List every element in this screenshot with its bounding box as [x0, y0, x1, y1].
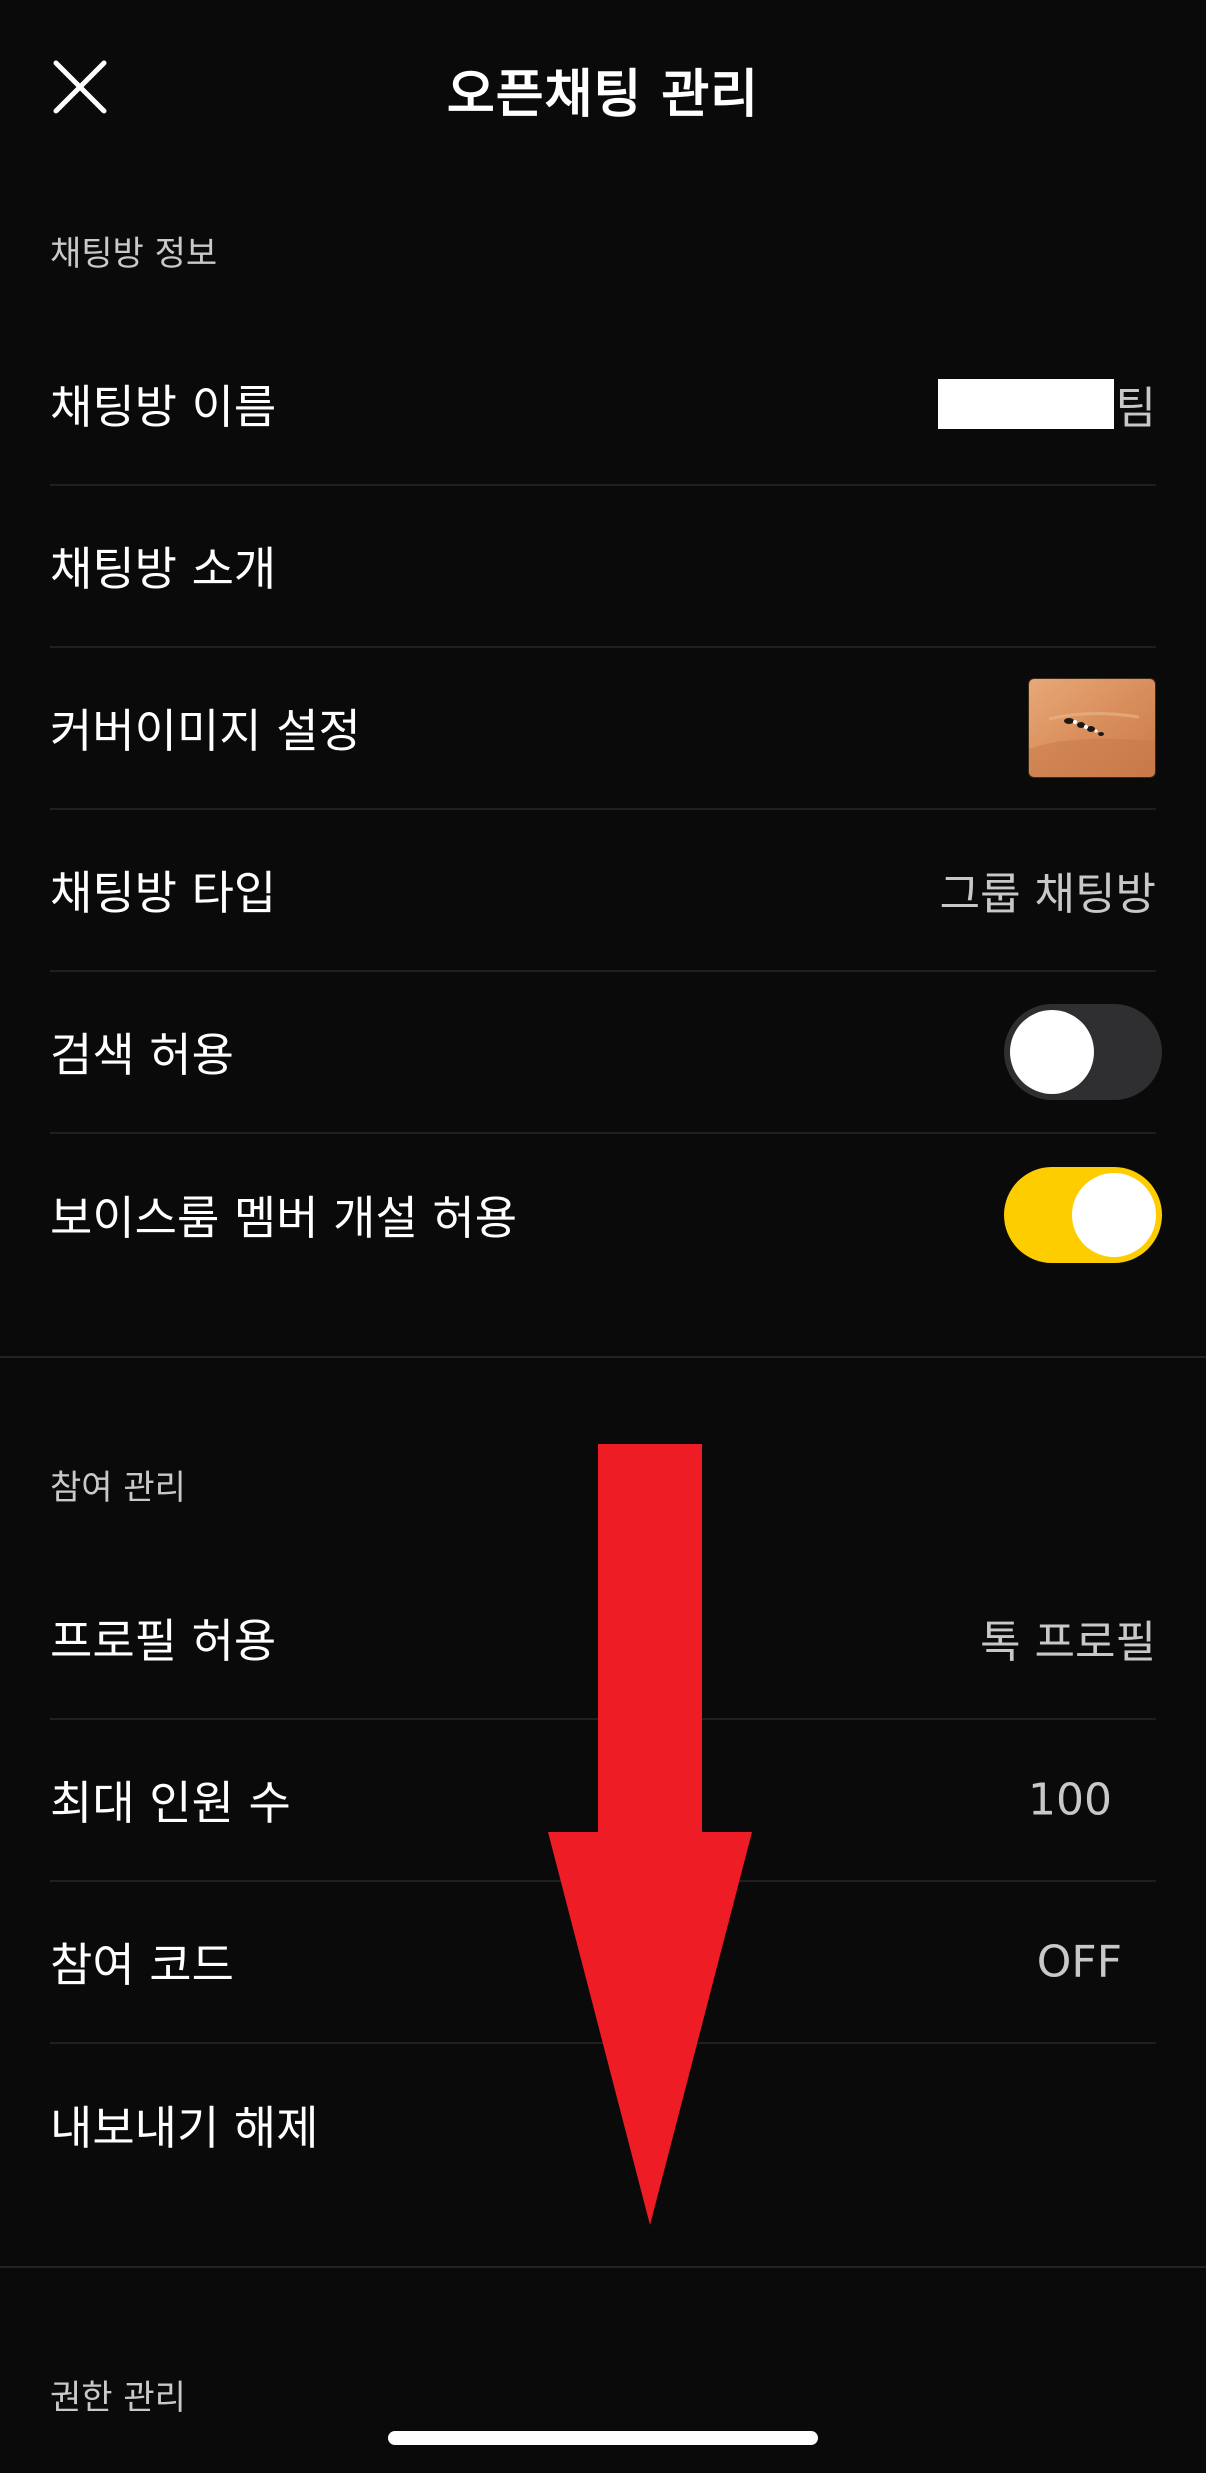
join-code-row[interactable]: 참여 코드 OFF: [50, 1882, 1156, 2044]
room-name-row[interactable]: 채팅방 이름 팀: [50, 324, 1156, 486]
export-release-row[interactable]: 내보내기 해제: [50, 2044, 1156, 2206]
section-title-room-info: 채팅방 정보: [50, 234, 218, 274]
room-type-row[interactable]: 채팅방 타입 그룹 채팅방: [50, 810, 1156, 972]
search-allow-row: 검색 허용: [50, 972, 1162, 1134]
room-name-value: 팀: [937, 372, 1156, 436]
header-bar: 오픈채팅 관리: [0, 0, 1206, 170]
redacted-block: [937, 379, 1114, 429]
room-name-label: 채팅방 이름: [50, 380, 277, 434]
export-release-label: 내보내기 해제: [50, 2101, 319, 2155]
max-members-row[interactable]: 최대 인원 수 100: [50, 1720, 1156, 1882]
section-divider: [0, 2266, 1206, 2268]
max-members-value: 100: [1028, 1774, 1112, 1826]
voiceroom-allow-row: 보이스룸 멤버 개설 허용: [50, 1134, 1162, 1296]
room-name-suffix: 팀: [1115, 383, 1156, 434]
join-code-value: OFF: [1036, 1936, 1122, 1988]
section-divider: [0, 1356, 1206, 1358]
profile-allow-row[interactable]: 프로필 허용 톡 프로필: [50, 1558, 1156, 1720]
search-allow-toggle[interactable]: [1004, 1004, 1162, 1100]
voiceroom-allow-label: 보이스룸 멤버 개설 허용: [50, 1191, 518, 1245]
max-members-label: 최대 인원 수: [50, 1776, 291, 1830]
home-indicator[interactable]: [388, 2431, 818, 2445]
search-allow-label: 검색 허용: [50, 1028, 234, 1082]
cover-image-thumbnail[interactable]: [1028, 678, 1156, 778]
room-type-value: 그룹 채팅방: [939, 869, 1156, 920]
voiceroom-allow-toggle[interactable]: [1004, 1167, 1162, 1263]
profile-allow-value: 톡 프로필: [980, 1617, 1156, 1668]
room-intro-label: 채팅방 소개: [50, 542, 277, 596]
page-title: 오픈채팅 관리: [446, 65, 760, 125]
room-type-label: 채팅방 타입: [50, 866, 277, 920]
profile-allow-label: 프로필 허용: [50, 1614, 277, 1668]
room-intro-row[interactable]: 채팅방 소개: [50, 486, 1156, 648]
section-title-participation: 참여 관리: [50, 1468, 186, 1508]
section-title-permissions: 권한 관리: [50, 2378, 186, 2418]
cover-image-label: 커버이미지 설정: [50, 704, 361, 758]
toggle-knob: [1072, 1173, 1156, 1257]
cover-image-row[interactable]: 커버이미지 설정: [50, 648, 1156, 810]
join-code-label: 참여 코드: [50, 1938, 234, 1992]
toggle-knob: [1010, 1010, 1094, 1094]
